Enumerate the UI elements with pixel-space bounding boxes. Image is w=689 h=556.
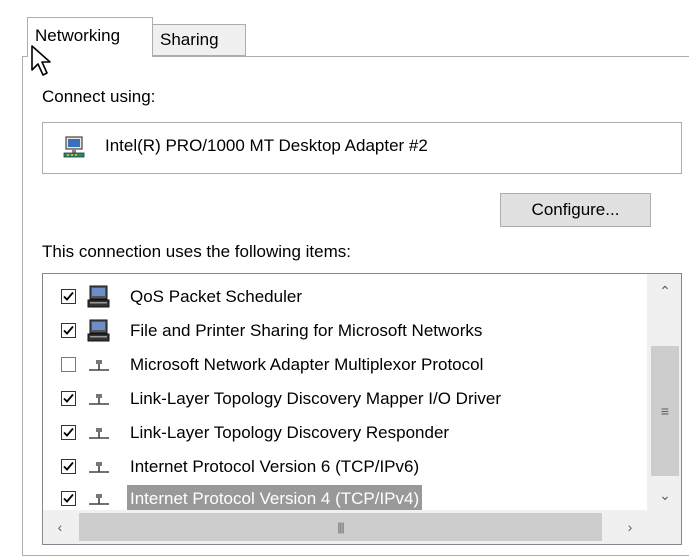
list-item[interactable]: Internet Protocol Version 6 (TCP/IPv6) <box>43 453 647 481</box>
items-section-label: This connection uses the following items… <box>42 242 351 261</box>
scroll-left-button[interactable]: ‹ <box>43 510 77 544</box>
horizontal-scroll-thumb[interactable]: ||| <box>79 513 602 541</box>
tab-sharing-label: Sharing <box>160 30 219 49</box>
list-item[interactable]: Link-Layer Topology Discovery Mapper I/O… <box>43 385 647 413</box>
list-item[interactable]: Microsoft Network Adapter Multiplexor Pr… <box>43 351 647 379</box>
item-checkbox[interactable] <box>61 491 76 506</box>
checkmark-icon <box>63 461 74 471</box>
item-checkbox[interactable] <box>61 391 76 406</box>
connect-using-label: Connect using: <box>42 87 156 106</box>
adapter-box: Intel(R) PRO/1000 MT Desktop Adapter #2 <box>42 122 682 174</box>
chevron-down-icon: ⌄ <box>659 486 671 503</box>
item-label: Microsoft Network Adapter Multiplexor Pr… <box>130 355 484 374</box>
network-client-icon <box>87 285 110 308</box>
horizontal-scrollbar[interactable]: ‹ ||| › <box>43 510 647 544</box>
checkmark-icon <box>63 393 74 403</box>
list-item[interactable]: QoS Packet Scheduler <box>43 283 647 311</box>
item-label: Link-Layer Topology Discovery Responder <box>130 423 450 442</box>
checkmark-icon <box>63 291 74 301</box>
list-item[interactable]: Link-Layer Topology Discovery Responder <box>43 419 647 447</box>
checkmark-icon <box>63 427 74 437</box>
item-checkbox[interactable] <box>61 425 76 440</box>
item-label: QoS Packet Scheduler <box>130 287 302 306</box>
configure-button[interactable]: Configure... <box>500 193 651 227</box>
protocol-icon <box>89 428 109 439</box>
chevron-left-icon: ‹ <box>57 519 63 535</box>
grip-icon: ≡ <box>660 403 670 419</box>
list-item[interactable]: File and Printer Sharing for Microsoft N… <box>43 317 647 345</box>
item-checkbox[interactable] <box>61 323 76 338</box>
chevron-right-icon: › <box>627 519 633 535</box>
tab-networking-label: Networking <box>35 26 121 45</box>
network-client-icon <box>87 319 110 342</box>
chevron-up-icon: ⌃ <box>659 282 671 299</box>
item-label: File and Printer Sharing for Microsoft N… <box>130 321 483 340</box>
protocol-icon <box>89 494 109 505</box>
checkmark-icon <box>63 325 74 335</box>
protocol-icon <box>89 462 109 473</box>
checkmark-icon <box>63 493 74 503</box>
network-properties-window: Networking Sharing Connect using: Intel(… <box>0 0 689 556</box>
item-label: Link-Layer Topology Discovery Mapper I/O… <box>130 389 501 408</box>
scroll-up-button[interactable]: ⌃ <box>648 274 681 308</box>
grip-icon: ||| <box>337 520 344 534</box>
item-label: Internet Protocol Version 4 (TCP/IPv4) <box>127 485 423 513</box>
mouse-cursor-icon <box>31 45 51 76</box>
item-label: Internet Protocol Version 6 (TCP/IPv6) <box>130 457 420 476</box>
vertical-scrollbar[interactable]: ⌃ ≡ ⌄ <box>647 274 681 512</box>
list-item-selected[interactable]: Internet Protocol Version 4 (TCP/IPv4) <box>43 485 647 513</box>
tab-sharing[interactable]: Sharing <box>152 24 246 56</box>
item-checkbox[interactable] <box>61 357 76 372</box>
vertical-scroll-thumb[interactable]: ≡ <box>651 346 679 476</box>
item-checkbox[interactable] <box>61 459 76 474</box>
item-checkbox[interactable] <box>61 289 76 304</box>
scroll-down-button[interactable]: ⌄ <box>648 478 681 512</box>
items-list[interactable]: QoS Packet Scheduler File and Printer Sh… <box>42 273 682 545</box>
adapter-name: Intel(R) PRO/1000 MT Desktop Adapter #2 <box>105 136 428 155</box>
scrollbar-corner <box>647 510 681 544</box>
scroll-right-button[interactable]: › <box>613 510 647 544</box>
network-adapter-icon <box>63 136 85 158</box>
protocol-icon <box>89 360 109 371</box>
protocol-icon <box>89 394 109 405</box>
